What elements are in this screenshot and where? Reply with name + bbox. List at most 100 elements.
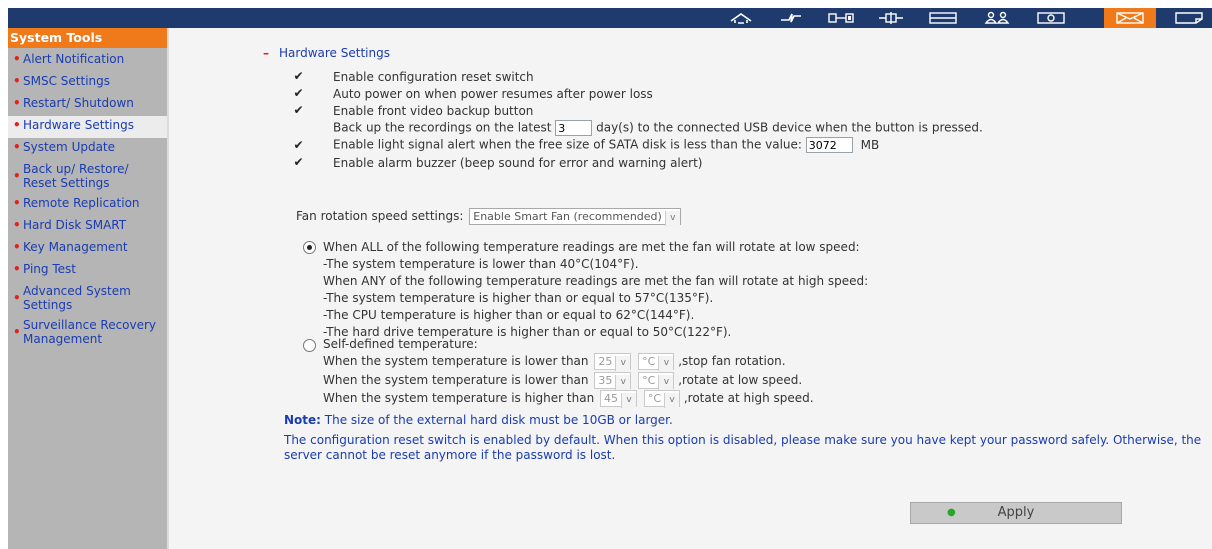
auto-power-label: Auto power on when power resumes after p… xyxy=(333,87,653,101)
mail-icon[interactable] xyxy=(1104,8,1156,28)
custom-temp-row: When the system temperature is lower tha… xyxy=(323,372,802,390)
sidebar-item-label: Hard Disk SMART xyxy=(23,218,127,232)
apply-button[interactable]: ● Apply xyxy=(910,502,1122,524)
reset-note-line: server cannot be reset anymore if the pa… xyxy=(284,448,616,462)
top-toolbar xyxy=(8,8,1212,28)
connection-icon[interactable] xyxy=(870,8,912,28)
chevron-down-icon: v xyxy=(615,356,631,371)
sidebar-item-alert-notification[interactable]: • Alert Notification xyxy=(8,50,167,72)
storage-icon[interactable] xyxy=(922,8,964,28)
sidebar-item-backup-restore-reset[interactable]: • Back up/ Restore/ Reset Settings xyxy=(8,160,167,194)
collapse-icon[interactable]: – xyxy=(263,46,269,60)
section-header[interactable]: – Hardware Settings xyxy=(263,46,390,60)
alarm-buzzer-label: Enable alarm buzzer (beep sound for erro… xyxy=(333,156,703,170)
sidebar-item-ping-test[interactable]: • Ping Test xyxy=(8,260,167,282)
temp-value-select[interactable]: 25 v xyxy=(594,353,632,371)
page-title: Hardware Settings xyxy=(279,46,390,60)
smart-fan-line: When ANY of the following temperature re… xyxy=(323,274,869,288)
smart-fan-radio[interactable] xyxy=(303,241,316,254)
temp-unit-select[interactable]: °C v xyxy=(638,372,675,390)
backup-days-row: Back up the recordings on the latest day… xyxy=(333,120,983,136)
bullet-icon: • xyxy=(13,118,21,132)
chevron-down-icon: v xyxy=(621,393,637,408)
temp-value: 25 xyxy=(598,355,613,368)
sidebar-item-surveillance-recovery[interactable]: • Surveillance Recovery Management xyxy=(8,316,167,350)
sidebar-item-restart-shutdown[interactable]: • Restart/ Shutdown xyxy=(8,94,167,116)
self-defined-radio[interactable] xyxy=(303,339,316,352)
custom-temp-prefix: When the system temperature is higher th… xyxy=(323,391,595,405)
front-backup-checkbox[interactable]: ✔ xyxy=(292,104,305,117)
sidebar-item-system-update[interactable]: • System Update xyxy=(8,138,167,160)
device-icon[interactable] xyxy=(820,8,862,28)
bullet-icon: • xyxy=(13,218,21,232)
sidebar-item-label: System Update xyxy=(23,140,116,154)
apply-label: Apply xyxy=(997,505,1035,520)
sidebar-item-remote-replication[interactable]: • Remote Replication xyxy=(8,194,167,216)
reset-switch-checkbox[interactable]: ✔ xyxy=(292,70,305,83)
temp-value-select[interactable]: 35 v xyxy=(594,372,632,390)
note-label: Note: xyxy=(284,413,321,427)
sidebar-item-label: Ping Test xyxy=(23,262,76,276)
light-alert-checkbox[interactable]: ✔ xyxy=(292,139,305,152)
fan-mode-select[interactable]: Enable Smart Fan (recommended) v xyxy=(469,208,681,226)
users-icon[interactable] xyxy=(976,8,1018,28)
light-alert-input[interactable] xyxy=(805,137,853,153)
sidebar-item-hard-disk-smart[interactable]: • Hard Disk SMART xyxy=(8,216,167,238)
main-panel: – Hardware Settings ✔ Enable configuratio… xyxy=(169,28,1212,549)
chevron-down-icon: v xyxy=(658,375,674,390)
monitor-icon[interactable] xyxy=(1030,8,1072,28)
sidebar-item-label: Surveillance Recovery Management xyxy=(23,318,157,346)
reset-switch-label: Enable configuration reset switch xyxy=(333,70,534,84)
custom-temp-row: When the system temperature is higher th… xyxy=(323,390,814,408)
smart-fan-line: -The CPU temperature is higher than or e… xyxy=(323,308,695,322)
reset-note-line: The configuration reset switch is enable… xyxy=(284,433,1202,447)
temp-unit: °C xyxy=(642,374,656,387)
temp-unit-select[interactable]: °C v xyxy=(643,390,681,408)
auto-power-checkbox[interactable]: ✔ xyxy=(292,87,305,100)
sidebar-item-label: Key Management xyxy=(23,240,128,254)
temp-value-select[interactable]: 45 v xyxy=(600,390,638,408)
temp-value: 35 xyxy=(598,374,613,387)
custom-temp-prefix: When the system temperature is lower tha… xyxy=(323,354,589,368)
log-icon[interactable] xyxy=(1168,8,1210,28)
alarm-buzzer-checkbox[interactable]: ✔ xyxy=(292,156,305,169)
sidebar: System Tools • Alert Notification • SMSC S… xyxy=(8,28,167,549)
light-alert-unit: MB xyxy=(860,137,880,152)
sidebar-item-smsc-settings[interactable]: • SMSC Settings xyxy=(8,72,167,94)
sidebar-item-label: Back up/ Restore/ Reset Settings xyxy=(23,162,129,190)
light-alert-label: Enable light signal alert when the free … xyxy=(333,137,802,152)
front-backup-label: Enable front video backup button xyxy=(333,104,534,118)
temp-value: 45 xyxy=(604,392,619,405)
sidebar-item-key-management[interactable]: • Key Management xyxy=(8,238,167,260)
bullet-icon: • xyxy=(13,74,21,88)
sidebar-item-hardware-settings[interactable]: • Hardware Settings xyxy=(8,116,167,138)
bullet-icon: • xyxy=(13,325,21,339)
backup-days-input[interactable] xyxy=(555,120,593,136)
custom-temp-row: When the system temperature is lower tha… xyxy=(323,353,786,371)
chevron-down-icon: v xyxy=(658,356,674,371)
bullet-icon: • xyxy=(13,140,21,154)
temp-unit-select[interactable]: °C v xyxy=(638,353,675,371)
fan-speed-label: Fan rotation speed settings: xyxy=(296,209,464,223)
bullet-icon: • xyxy=(13,291,21,305)
sidebar-item-label: Remote Replication xyxy=(23,196,140,210)
self-defined-label: Self-defined temperature: xyxy=(323,337,478,351)
sidebar-item-label: Alert Notification xyxy=(23,52,125,66)
status-dot-icon: ● xyxy=(947,507,956,518)
reset-note: The configuration reset switch is enable… xyxy=(284,433,1201,463)
note-text: The size of the external hard disk must … xyxy=(324,413,673,427)
temp-unit: °C xyxy=(647,392,662,405)
bullet-icon: • xyxy=(13,96,21,110)
sidebar-item-label: Advanced System Settings xyxy=(23,284,131,312)
home-icon[interactable] xyxy=(720,8,762,28)
bullet-icon: • xyxy=(13,262,21,276)
temp-unit: °C xyxy=(642,355,656,368)
backup-days-prefix: Back up the recordings on the latest xyxy=(333,120,552,135)
smart-fan-description: When ALL of the following temperature re… xyxy=(323,239,868,341)
sidebar-item-advanced-system-settings[interactable]: • Advanced System Settings xyxy=(8,282,167,316)
chevron-down-icon: v xyxy=(664,393,680,408)
bullet-icon: • xyxy=(13,240,21,254)
smart-fan-line: -The system temperature is lower than 40… xyxy=(323,257,639,271)
light-alert-row: Enable light signal alert when the free … xyxy=(333,137,879,153)
network-icon[interactable] xyxy=(770,8,812,28)
